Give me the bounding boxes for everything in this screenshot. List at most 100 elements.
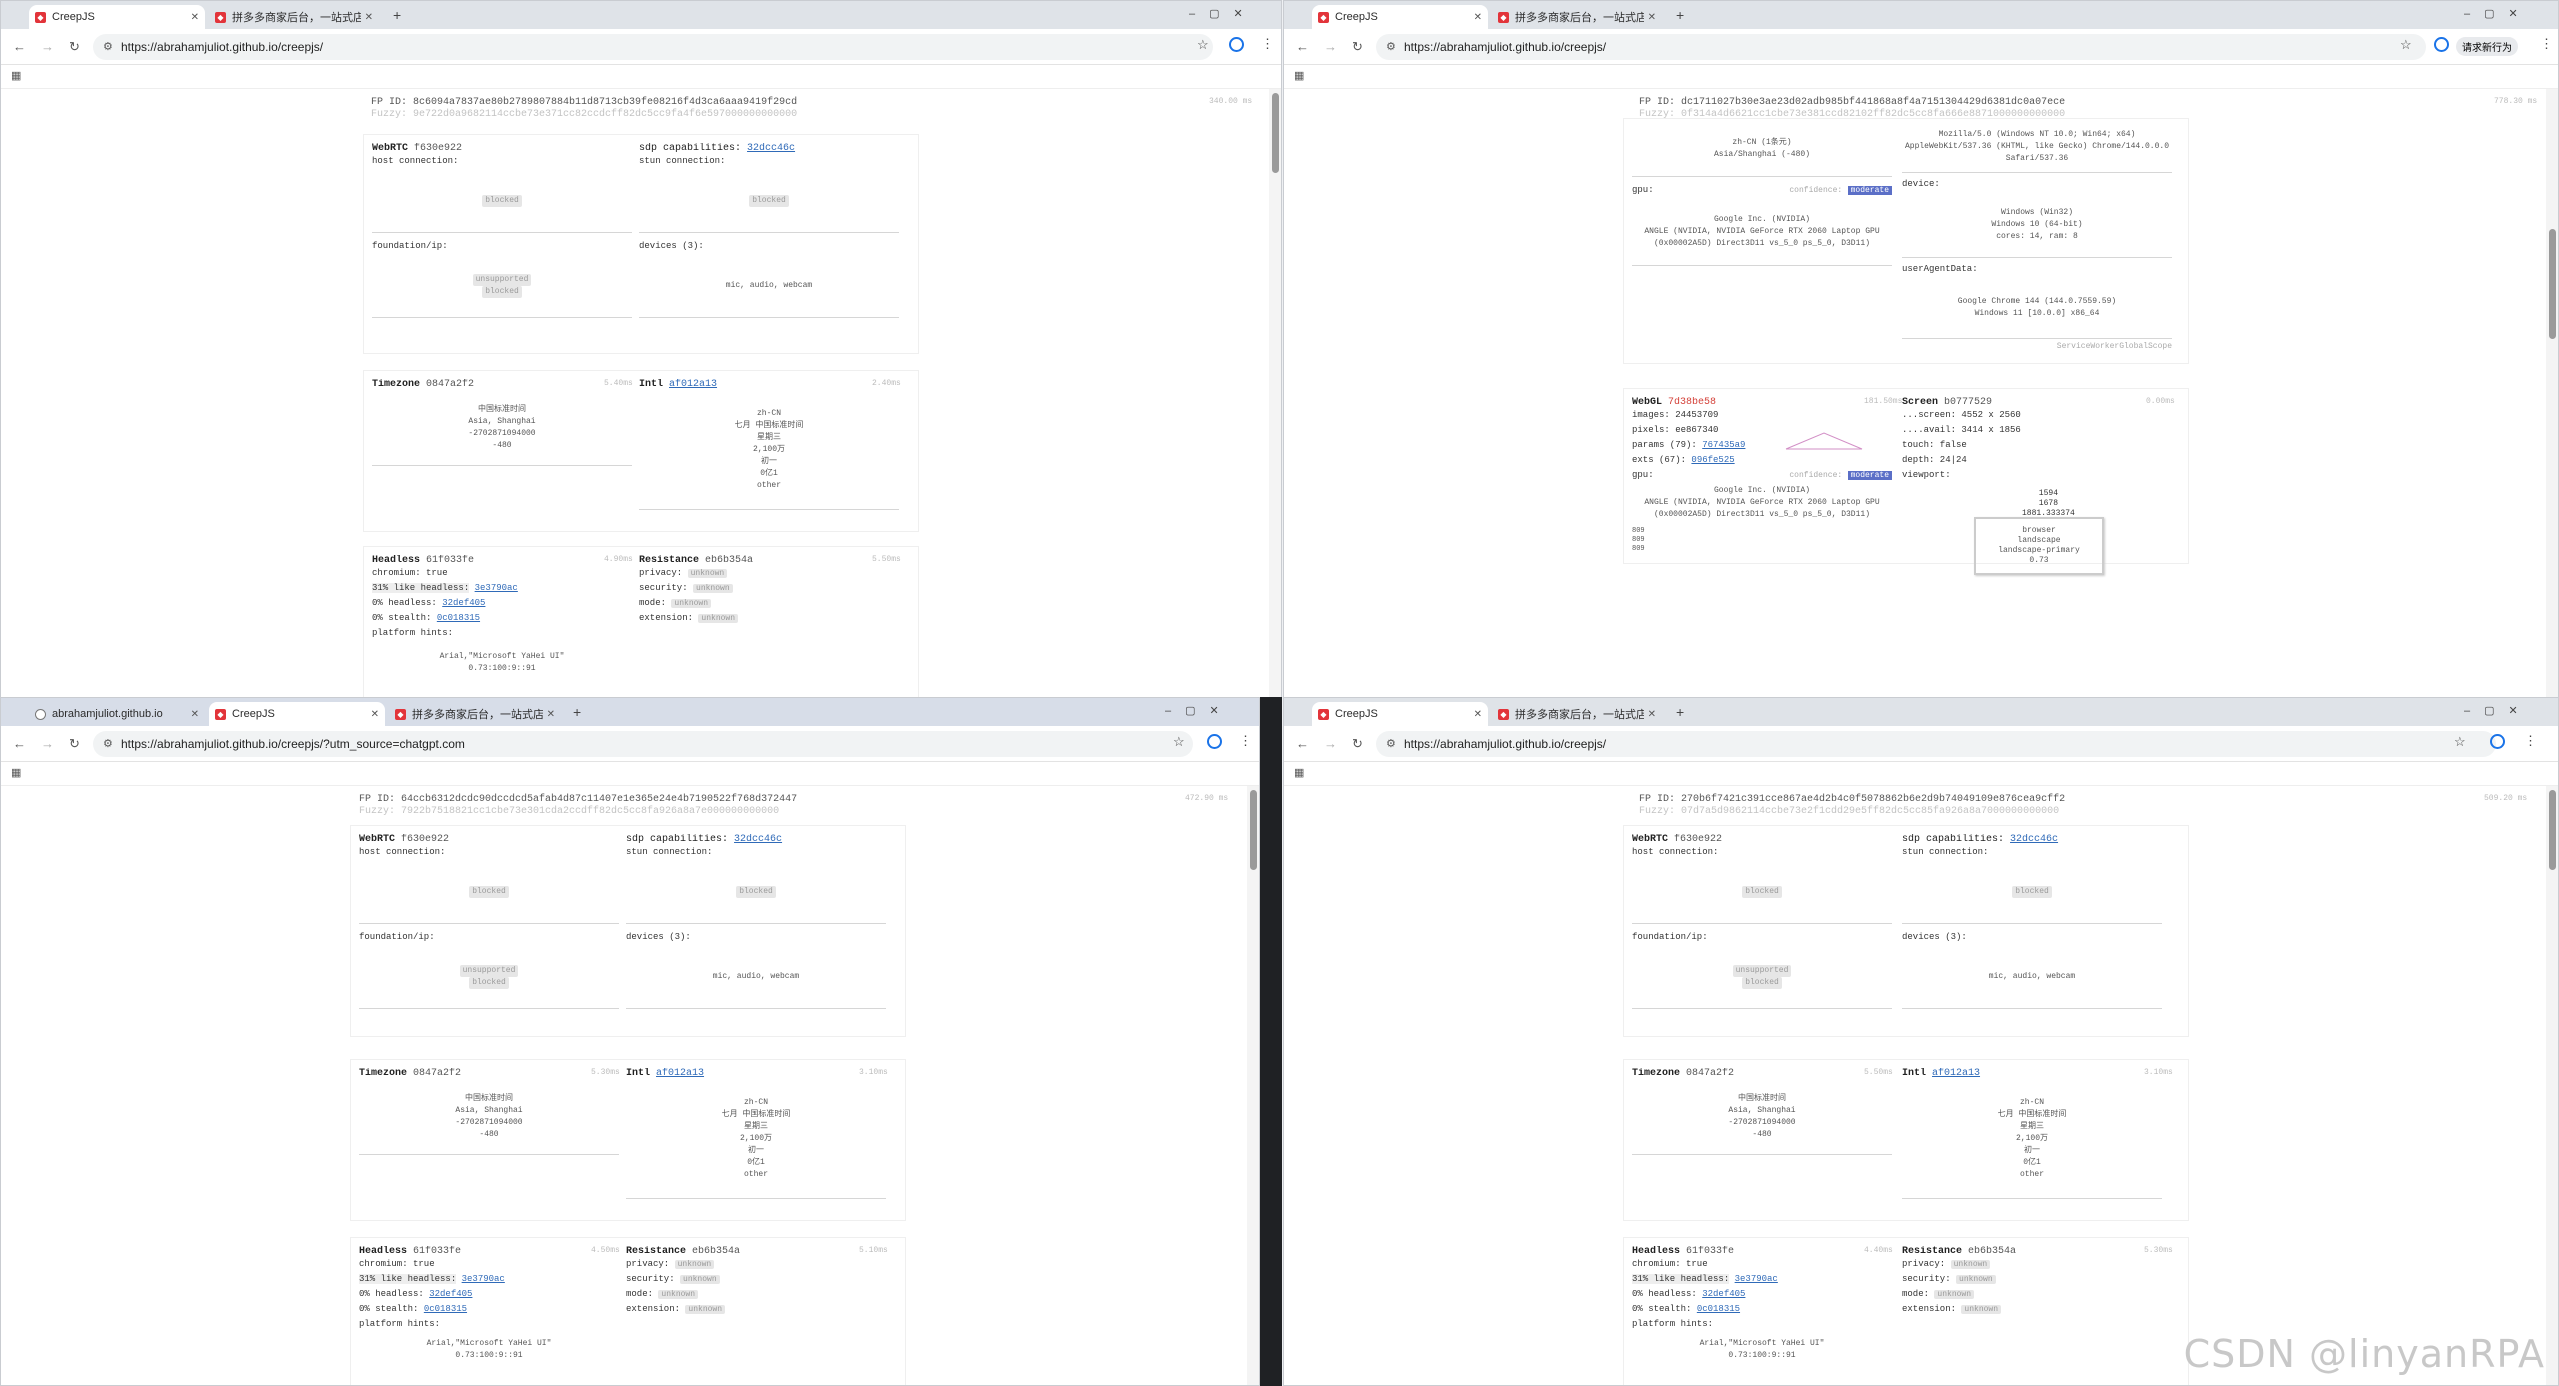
forward-icon[interactable]: →	[1324, 39, 1337, 54]
tab-pinduoduo[interactable]: ◆拼多多商家后台，一站式店铺管...✕	[1492, 702, 1662, 726]
close-tab-icon[interactable]: ✕	[1648, 12, 1656, 23]
close-tab-icon[interactable]: ✕	[547, 709, 555, 720]
screen-timing: 0.00ms	[2146, 397, 2175, 406]
reload-icon[interactable]: ↻	[1352, 39, 1363, 55]
reload-icon[interactable]: ↻	[1352, 736, 1363, 752]
sdp-hash-link[interactable]: 32dcc46c	[747, 143, 795, 154]
new-tab-button[interactable]: +	[393, 7, 401, 23]
viewport-values: 1594 1678 1881.333374	[2022, 489, 2075, 518]
bookmark-star-icon[interactable]: ☆	[1173, 734, 1185, 750]
forward-icon[interactable]: →	[41, 736, 54, 751]
window-controls[interactable]: –▢✕	[1189, 7, 1257, 20]
small-values: 809 809 809	[1632, 527, 1645, 553]
tab-pinduoduo[interactable]: ◆拼多多商家后台，一站式店铺管...✕	[1492, 5, 1662, 29]
site-info-icon[interactable]: ⚙	[103, 731, 113, 757]
new-tab-button[interactable]: +	[573, 704, 581, 720]
profile-icon[interactable]	[2434, 37, 2449, 52]
apps-icon[interactable]: ▦	[11, 766, 21, 779]
tab-github[interactable]: abrahamjuliot.github.io ✕	[29, 702, 205, 726]
site-info-icon[interactable]: ⚙	[103, 34, 113, 60]
tab-creepjs[interactable]: ◆ CreepJS ✕	[1312, 702, 1488, 726]
profile-icon[interactable]	[1229, 37, 1244, 52]
scrollbar[interactable]	[1247, 786, 1259, 1385]
back-icon[interactable]: ←	[1296, 736, 1309, 751]
close-tab-icon[interactable]: ✕	[371, 709, 379, 720]
resistance-title: Resistance	[639, 555, 700, 566]
profile-icon[interactable]	[2490, 734, 2505, 749]
webgl-gpu-box: Google Inc. (NVIDIA) ANGLE (NVIDIA, NVIDI…	[1644, 486, 1880, 519]
tab-creepjs[interactable]: ◆ CreepJS ✕	[1312, 5, 1488, 29]
reload-icon[interactable]: ↻	[69, 736, 80, 752]
profile-icon[interactable]	[1207, 734, 1222, 749]
window-controls[interactable]: –▢✕	[2464, 7, 2532, 20]
tab-pinduoduo[interactable]: ◆拼多多商家后台，一站式店铺管...✕	[389, 702, 561, 726]
platform-hints-box: Arial,"Microsoft YaHei UI" 0.73:100:9::91	[439, 652, 565, 673]
tab-bar: ◆CreepJS✕ ◆拼多多商家后台，一站式店铺管...✕ + –▢✕	[1284, 1, 2558, 29]
timezone-timing: 5.30ms	[591, 1068, 620, 1077]
scrollbar-thumb[interactable]	[1250, 790, 1257, 870]
worker-scope: ServiceWorkerGlobalScope	[2056, 342, 2172, 351]
scrollbar-thumb[interactable]	[1272, 93, 1279, 173]
close-tab-icon[interactable]: ✕	[191, 12, 199, 23]
apps-icon[interactable]: ▦	[1294, 766, 1304, 779]
tab-pinduoduo[interactable]: ◆拼多多商家后台，一站式店铺管...✕	[209, 5, 379, 29]
stealth-line: 0% stealth: 0c018315	[372, 613, 481, 623]
window-controls[interactable]: –▢✕	[2464, 704, 2532, 717]
forward-icon[interactable]: →	[41, 39, 54, 54]
menu-icon[interactable]: ⋮	[1261, 36, 1274, 52]
webgl-exts: exts (67): 096fe525	[1632, 455, 1735, 465]
reload-icon[interactable]: ↻	[69, 39, 80, 55]
tab-creepjs[interactable]: ◆ CreepJS ✕	[209, 702, 385, 726]
bookmarks-bar: ▦	[1, 762, 1259, 786]
menu-icon[interactable]: ⋮	[1239, 733, 1252, 749]
back-icon[interactable]: ←	[13, 39, 26, 54]
tab-bar: abrahamjuliot.github.io ✕ ◆ CreepJS ✕ ◆ 拼多多商…	[1, 698, 1259, 726]
site-info-icon[interactable]: ⚙	[1386, 731, 1396, 757]
window-controls[interactable]: –▢✕	[1165, 704, 1233, 717]
chromium-line: chromium: true	[372, 568, 448, 578]
address-bar[interactable]: ⚙ https://abrahamjuliot.github.io/creepjs…	[1376, 731, 2496, 757]
address-bar[interactable]: ⚙ https://abrahamjuliot.github.io/creepjs…	[93, 731, 1193, 757]
update-button[interactable]: 请求新行为	[2456, 37, 2518, 56]
bookmark-star-icon[interactable]: ☆	[2400, 37, 2412, 53]
close-tab-icon[interactable]: ✕	[1648, 709, 1656, 720]
apps-icon[interactable]: ▦	[1294, 69, 1304, 82]
webrtc-title: WebRTC	[372, 143, 409, 154]
bookmark-star-icon[interactable]: ☆	[2454, 734, 2466, 750]
new-tab-button[interactable]: +	[1676, 7, 1684, 23]
close-tab-icon[interactable]: ✕	[1474, 709, 1482, 720]
webgl-triangle-image	[1785, 432, 1863, 450]
close-tab-icon[interactable]: ✕	[1474, 12, 1482, 23]
scrollbar-thumb[interactable]	[2549, 790, 2556, 870]
platform-hints-label: platform hints:	[372, 628, 454, 638]
moderate-badge: moderate	[1847, 186, 1892, 195]
back-icon[interactable]: ←	[13, 736, 26, 751]
intl-timing: 3.10ms	[2144, 1068, 2173, 1077]
screen-orientation-box: browser landscape landscape-primary 0.73	[1974, 517, 2104, 575]
viewport-label: viewport:	[1902, 470, 1951, 480]
close-tab-icon[interactable]: ✕	[191, 709, 199, 720]
tab-creepjs[interactable]: ◆ CreepJS ✕	[29, 5, 205, 29]
scrollbar[interactable]	[1269, 89, 1281, 699]
new-tab-button[interactable]: +	[1676, 704, 1684, 720]
intl-hash-link[interactable]: af012a13	[669, 379, 717, 390]
menu-icon[interactable]: ⋮	[2524, 733, 2537, 749]
site-info-icon[interactable]: ⚙	[1386, 34, 1396, 60]
forward-icon[interactable]: →	[1324, 736, 1337, 751]
devices-label: devices (3):	[639, 241, 704, 251]
bookmark-star-icon[interactable]: ☆	[1197, 37, 1209, 53]
host-connection-box: blocked	[1632, 860, 1892, 924]
timezone-title: Timezone	[372, 379, 421, 390]
scrollbar[interactable]	[2546, 89, 2558, 699]
address-bar[interactable]: ⚙ https://abrahamjuliot.github.io/creepjs…	[1376, 34, 2426, 60]
address-bar[interactable]: ⚙ https://abrahamjuliot.github.io/creepjs…	[93, 34, 1213, 60]
back-icon[interactable]: ←	[1296, 39, 1309, 54]
timezone-hash: 0847a2f2	[426, 379, 475, 390]
globe-favicon-icon	[35, 708, 46, 720]
menu-icon[interactable]: ⋮	[2540, 36, 2553, 52]
scrollbar[interactable]	[2546, 786, 2558, 1385]
scrollbar-thumb[interactable]	[2549, 229, 2556, 339]
webrtc-card: WebRTC f630e922 host connection: blocked …	[351, 826, 905, 1036]
close-tab-icon[interactable]: ✕	[365, 12, 373, 23]
apps-icon[interactable]: ▦	[11, 69, 21, 82]
